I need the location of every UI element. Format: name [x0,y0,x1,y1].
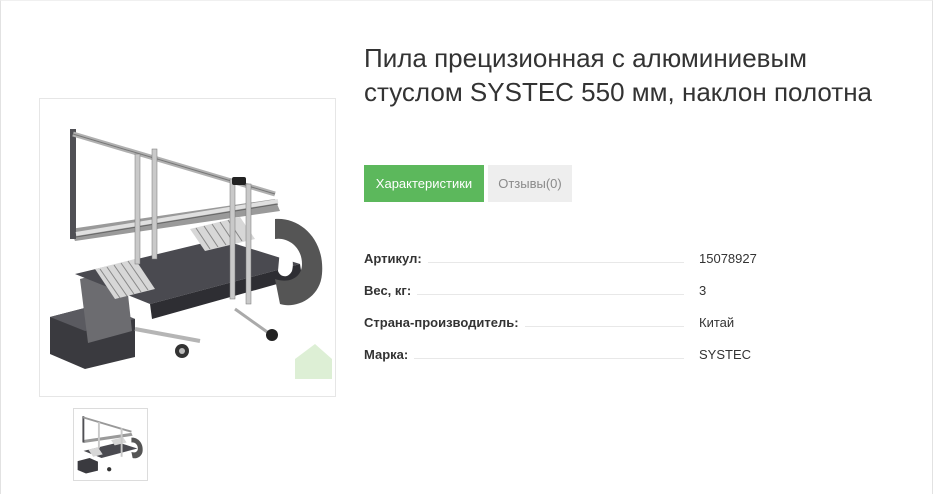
spec-row-article: Артикул: 15078927 [364,243,757,275]
spec-row-brand: Марка: SYSTEC [364,339,751,371]
product-title: Пила прецизионная с алюминиевым стуслом … [364,43,873,107]
specs-list: Артикул: 15078927 Вес, кг: 3 Страна-прои… [364,243,757,371]
product-tabs: Характеристики Отзывы(0) [364,165,572,202]
spec-label: Вес, кг: [364,283,418,298]
product-main-image[interactable] [39,98,336,397]
spec-row-weight: Вес, кг: 3 [364,275,707,307]
spec-value: Китай [699,315,735,330]
spec-label: Марка: [364,347,415,362]
spec-value: 15078927 [699,251,757,266]
miter-saw-image [50,129,332,379]
spec-label: Артикул: [364,251,428,266]
tab-reviews[interactable]: Отзывы(0) [488,165,572,202]
spec-value: 3 [699,283,707,298]
spec-value: SYSTEC [699,347,752,362]
tab-characteristics[interactable]: Характеристики [364,165,484,202]
product-page: Пила прецизионная с алюминиевым стуслом … [0,0,933,494]
miter-saw-thumbnail [77,416,143,474]
spec-row-country: Страна-производитель: Китай [364,307,734,339]
spec-label: Страна-производитель: [364,315,525,330]
product-thumbnail[interactable] [73,408,148,481]
